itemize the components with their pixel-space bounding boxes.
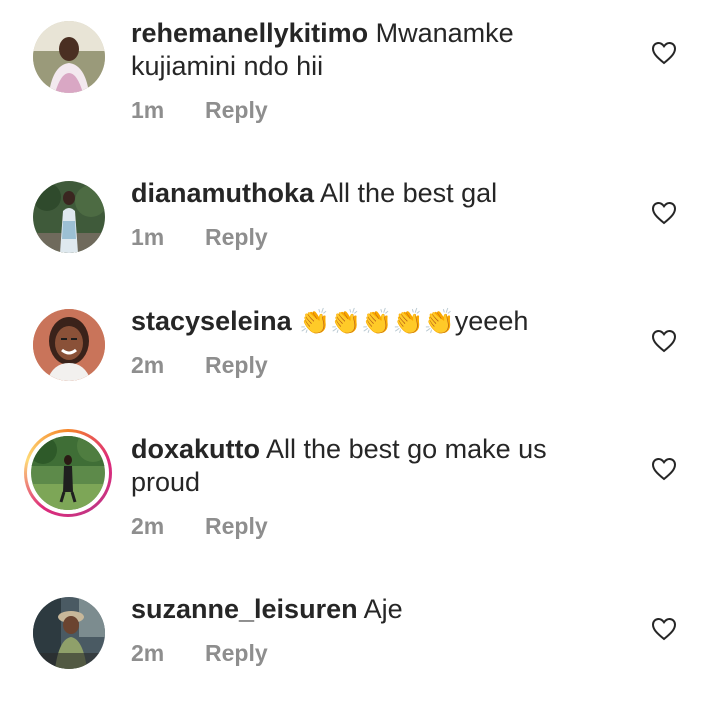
avatar[interactable] [33, 181, 105, 253]
reply-button[interactable]: Reply [205, 97, 268, 123]
comment-text-block: suzanne_leisuren Aje [131, 593, 591, 626]
comment-meta: 1m Reply [131, 97, 268, 124]
comment-username[interactable]: dianamuthoka [131, 178, 314, 208]
like-button[interactable] [651, 617, 677, 641]
reply-button[interactable]: Reply [205, 513, 268, 539]
comment-meta: 2m Reply [131, 513, 268, 540]
avatar-photo [33, 597, 105, 669]
like-button[interactable] [651, 329, 677, 353]
heart-outline-icon [651, 201, 677, 225]
avatar[interactable] [33, 21, 105, 93]
story-ring[interactable] [24, 429, 112, 517]
comment-time: 2m [131, 352, 165, 378]
comment-time: 2m [131, 513, 165, 539]
comment-username[interactable]: suzanne_leisuren [131, 594, 358, 624]
comment-body: Aje [363, 594, 403, 624]
comment-meta: 2m Reply [131, 352, 268, 379]
heart-outline-icon [651, 329, 677, 353]
comment-text-block: rehemanellykitimo Mwanamke kujiamini ndo… [131, 17, 591, 83]
comment-text-block: stacyseleina 👏👏👏👏👏yeeeh [131, 305, 591, 338]
comment-body: All the best gal [320, 178, 498, 208]
heart-outline-icon [651, 617, 677, 641]
avatar[interactable] [33, 309, 105, 381]
comment-username[interactable]: rehemanellykitimo [131, 18, 368, 48]
comment-meta: 1m Reply [131, 224, 268, 251]
comment-time: 1m [131, 97, 165, 123]
comment-body: yeeeh [454, 306, 529, 336]
comment-meta: 2m Reply [131, 640, 268, 667]
like-button[interactable] [651, 457, 677, 481]
avatar[interactable] [33, 597, 105, 669]
reply-button[interactable]: Reply [205, 224, 268, 250]
avatar-photo [31, 436, 105, 510]
heart-outline-icon [651, 457, 677, 481]
comment-text-block: doxakutto All the best go make us proud [131, 433, 591, 499]
reply-button[interactable]: Reply [205, 352, 268, 378]
reply-button[interactable]: Reply [205, 640, 268, 666]
comment-time: 1m [131, 224, 165, 250]
clapping-hands-emoji: 👏👏👏👏👏 [299, 307, 455, 336]
avatar-photo [33, 21, 105, 93]
avatar [31, 436, 105, 510]
like-button[interactable] [651, 41, 677, 65]
like-button[interactable] [651, 201, 677, 225]
comment-username[interactable]: stacyseleina [131, 306, 292, 336]
avatar-photo [33, 309, 105, 381]
comment-text-block: dianamuthoka All the best gal [131, 177, 591, 210]
comment-time: 2m [131, 640, 165, 666]
heart-outline-icon [651, 41, 677, 65]
avatar-photo [33, 181, 105, 253]
comment-username[interactable]: doxakutto [131, 434, 260, 464]
